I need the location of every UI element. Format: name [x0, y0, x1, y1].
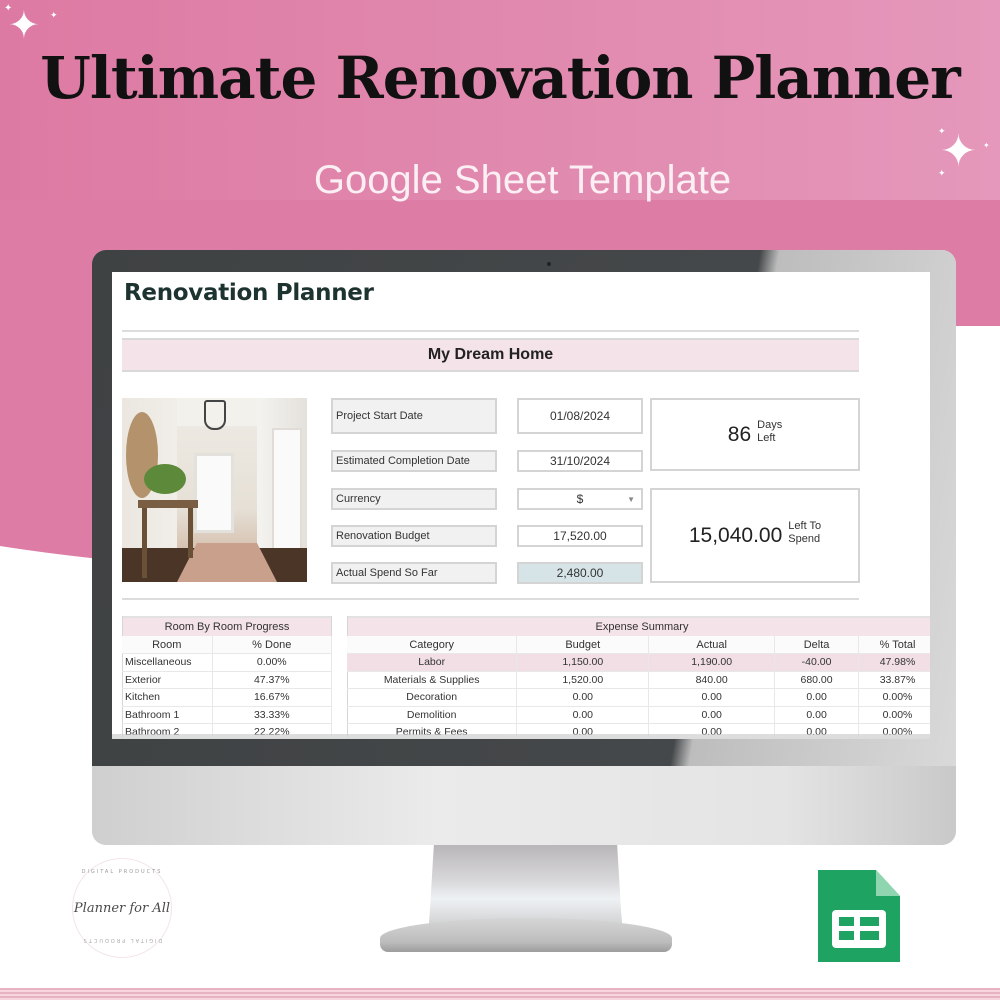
- left-to-spend-unit-line1: Left To: [788, 519, 822, 532]
- column-header: Delta: [774, 636, 860, 654]
- category-cell[interactable]: Labor: [347, 653, 518, 672]
- percent-total-cell[interactable]: 0.00%: [858, 706, 930, 724]
- percent-total-cell[interactable]: 33.87%: [858, 671, 930, 689]
- logo-ring-text: DIGITAL PRODUCTS: [81, 869, 163, 875]
- delta-cell[interactable]: 680.00: [774, 671, 860, 689]
- days-left-unit-line1: Days: [757, 418, 783, 431]
- column-header: Category: [347, 636, 518, 654]
- logo-script-text: Planner for All: [73, 900, 171, 916]
- monitor-chin: [92, 766, 956, 845]
- room-name-cell[interactable]: Kitchen: [122, 688, 213, 707]
- category-cell[interactable]: Materials & Supplies: [347, 671, 518, 689]
- actual-cell[interactable]: 0.00: [648, 688, 776, 707]
- delta-cell[interactable]: 0.00: [774, 688, 860, 707]
- completion-date-label: Estimated Completion Date: [331, 450, 497, 472]
- table-row[interactable]: Labor 1,150.00 1,190.00 -40.00 47.98%: [347, 653, 930, 672]
- budget-cell[interactable]: 1,150.00: [516, 653, 650, 672]
- completion-date-field[interactable]: 31/10/2024: [517, 450, 643, 472]
- column-header: Budget: [516, 636, 650, 654]
- percent-total-cell[interactable]: 47.98%: [858, 653, 930, 672]
- column-header: % Total: [858, 636, 930, 654]
- table-row[interactable]: Kitchen 16.67%: [122, 688, 332, 707]
- sparkle-icon: ✦: [983, 141, 990, 150]
- currency-dropdown[interactable]: $ ▼: [517, 488, 643, 510]
- sparkle-icon: ✦: [4, 3, 13, 14]
- sparkle-icon: ✦: [8, 3, 40, 47]
- screen-edge: [112, 734, 930, 739]
- table-row[interactable]: Demolition 0.00 0.00 0.00 0.00%: [347, 706, 930, 724]
- project-start-date-label: Project Start Date: [331, 398, 497, 434]
- hero-title: Ultimate Renovation Planner: [40, 44, 960, 112]
- actual-cell[interactable]: 0.00: [648, 706, 776, 724]
- sparkle-icon: ✦: [50, 11, 58, 21]
- table-row[interactable]: Miscellaneous 0.00%: [122, 653, 332, 672]
- room-percent-cell[interactable]: 33.33%: [212, 706, 332, 724]
- delta-cell[interactable]: -40.00: [774, 653, 860, 672]
- actual-cell[interactable]: 840.00: [648, 671, 776, 689]
- left-to-spend-unit-line2: Spend: [788, 532, 821, 545]
- left-to-spend-unit: Left To Spend: [788, 520, 821, 546]
- budget-cell[interactable]: 1,520.00: [516, 671, 650, 689]
- budget-cell[interactable]: 0.00: [516, 706, 650, 724]
- renovation-budget-label: Renovation Budget: [331, 525, 497, 547]
- project-start-date-field[interactable]: 01/08/2024: [517, 398, 643, 434]
- room-percent-cell[interactable]: 47.37%: [212, 671, 332, 689]
- expense-summary-table: Category Budget Actual Delta % Total Lab…: [347, 636, 930, 739]
- column-header: Actual: [648, 636, 776, 654]
- camera-icon: [547, 262, 551, 266]
- currency-label: Currency: [331, 488, 497, 510]
- days-left-value: 86: [727, 422, 752, 446]
- divider: [122, 330, 859, 332]
- google-sheets-icon: [818, 870, 900, 962]
- category-cell[interactable]: Demolition: [347, 706, 518, 724]
- renovation-budget-field[interactable]: 17,520.00: [517, 525, 643, 547]
- room-progress-table: Room % Done Miscellaneous 0.00% Exterior 47…: [122, 636, 332, 739]
- table-row[interactable]: Bathroom 1 33.33%: [122, 706, 332, 724]
- delta-cell[interactable]: 0.00: [774, 706, 860, 724]
- category-cell[interactable]: Decoration: [347, 688, 518, 707]
- spreadsheet-screen: Renovation Planner My Dream Home Project…: [112, 272, 930, 739]
- hero-subtitle: Google Sheet Template: [313, 158, 732, 202]
- room-percent-cell[interactable]: 16.67%: [212, 688, 332, 707]
- actual-spend-label: Actual Spend So Far: [331, 562, 497, 584]
- table-row[interactable]: Exterior 47.37%: [122, 671, 332, 689]
- sheet-title: Renovation Planner: [124, 280, 374, 306]
- dropdown-arrow-icon[interactable]: ▼: [627, 495, 635, 504]
- actual-spend-value: 2,480.00: [517, 562, 643, 584]
- table-header-row: Category Budget Actual Delta % Total: [347, 636, 930, 654]
- room-name-cell[interactable]: Miscellaneous: [122, 653, 213, 672]
- days-left-unit-line2: Left: [757, 431, 776, 444]
- white-background-corner: [950, 326, 1000, 826]
- left-to-spend-card: 15,040.00 Left To Spend: [650, 488, 860, 583]
- room-name-cell[interactable]: Exterior: [122, 671, 213, 689]
- monitor-stand-base: [380, 918, 672, 952]
- table-header-row: Room % Done: [122, 636, 332, 654]
- logo-ring-text: DIGITAL PRODUCTS: [81, 937, 163, 943]
- days-left-unit: Days Left: [757, 419, 782, 445]
- planner-for-all-logo: DIGITAL PRODUCTS Planner for All DIGITAL…: [72, 858, 172, 958]
- budget-cell[interactable]: 0.00: [516, 688, 650, 707]
- room-name-cell[interactable]: Bathroom 1: [122, 706, 213, 724]
- percent-total-cell[interactable]: 0.00%: [858, 688, 930, 707]
- sparkle-icon: ✦: [938, 127, 946, 137]
- actual-cell[interactable]: 1,190.00: [648, 653, 776, 672]
- table-row[interactable]: Materials & Supplies 1,520.00 840.00 680.00…: [347, 671, 930, 689]
- hallway-photo: [122, 398, 307, 582]
- days-left-card: 86 Days Left: [650, 398, 860, 471]
- room-percent-cell[interactable]: 0.00%: [212, 653, 332, 672]
- column-header: % Done: [212, 636, 332, 654]
- left-to-spend-value: 15,040.00: [688, 523, 783, 547]
- project-name-banner[interactable]: My Dream Home: [122, 338, 859, 372]
- bottom-border-stripe: [0, 988, 1000, 1000]
- table-row[interactable]: Decoration 0.00 0.00 0.00 0.00%: [347, 688, 930, 707]
- divider: [122, 598, 859, 600]
- column-header: Room: [122, 636, 213, 654]
- currency-value: $: [576, 492, 584, 506]
